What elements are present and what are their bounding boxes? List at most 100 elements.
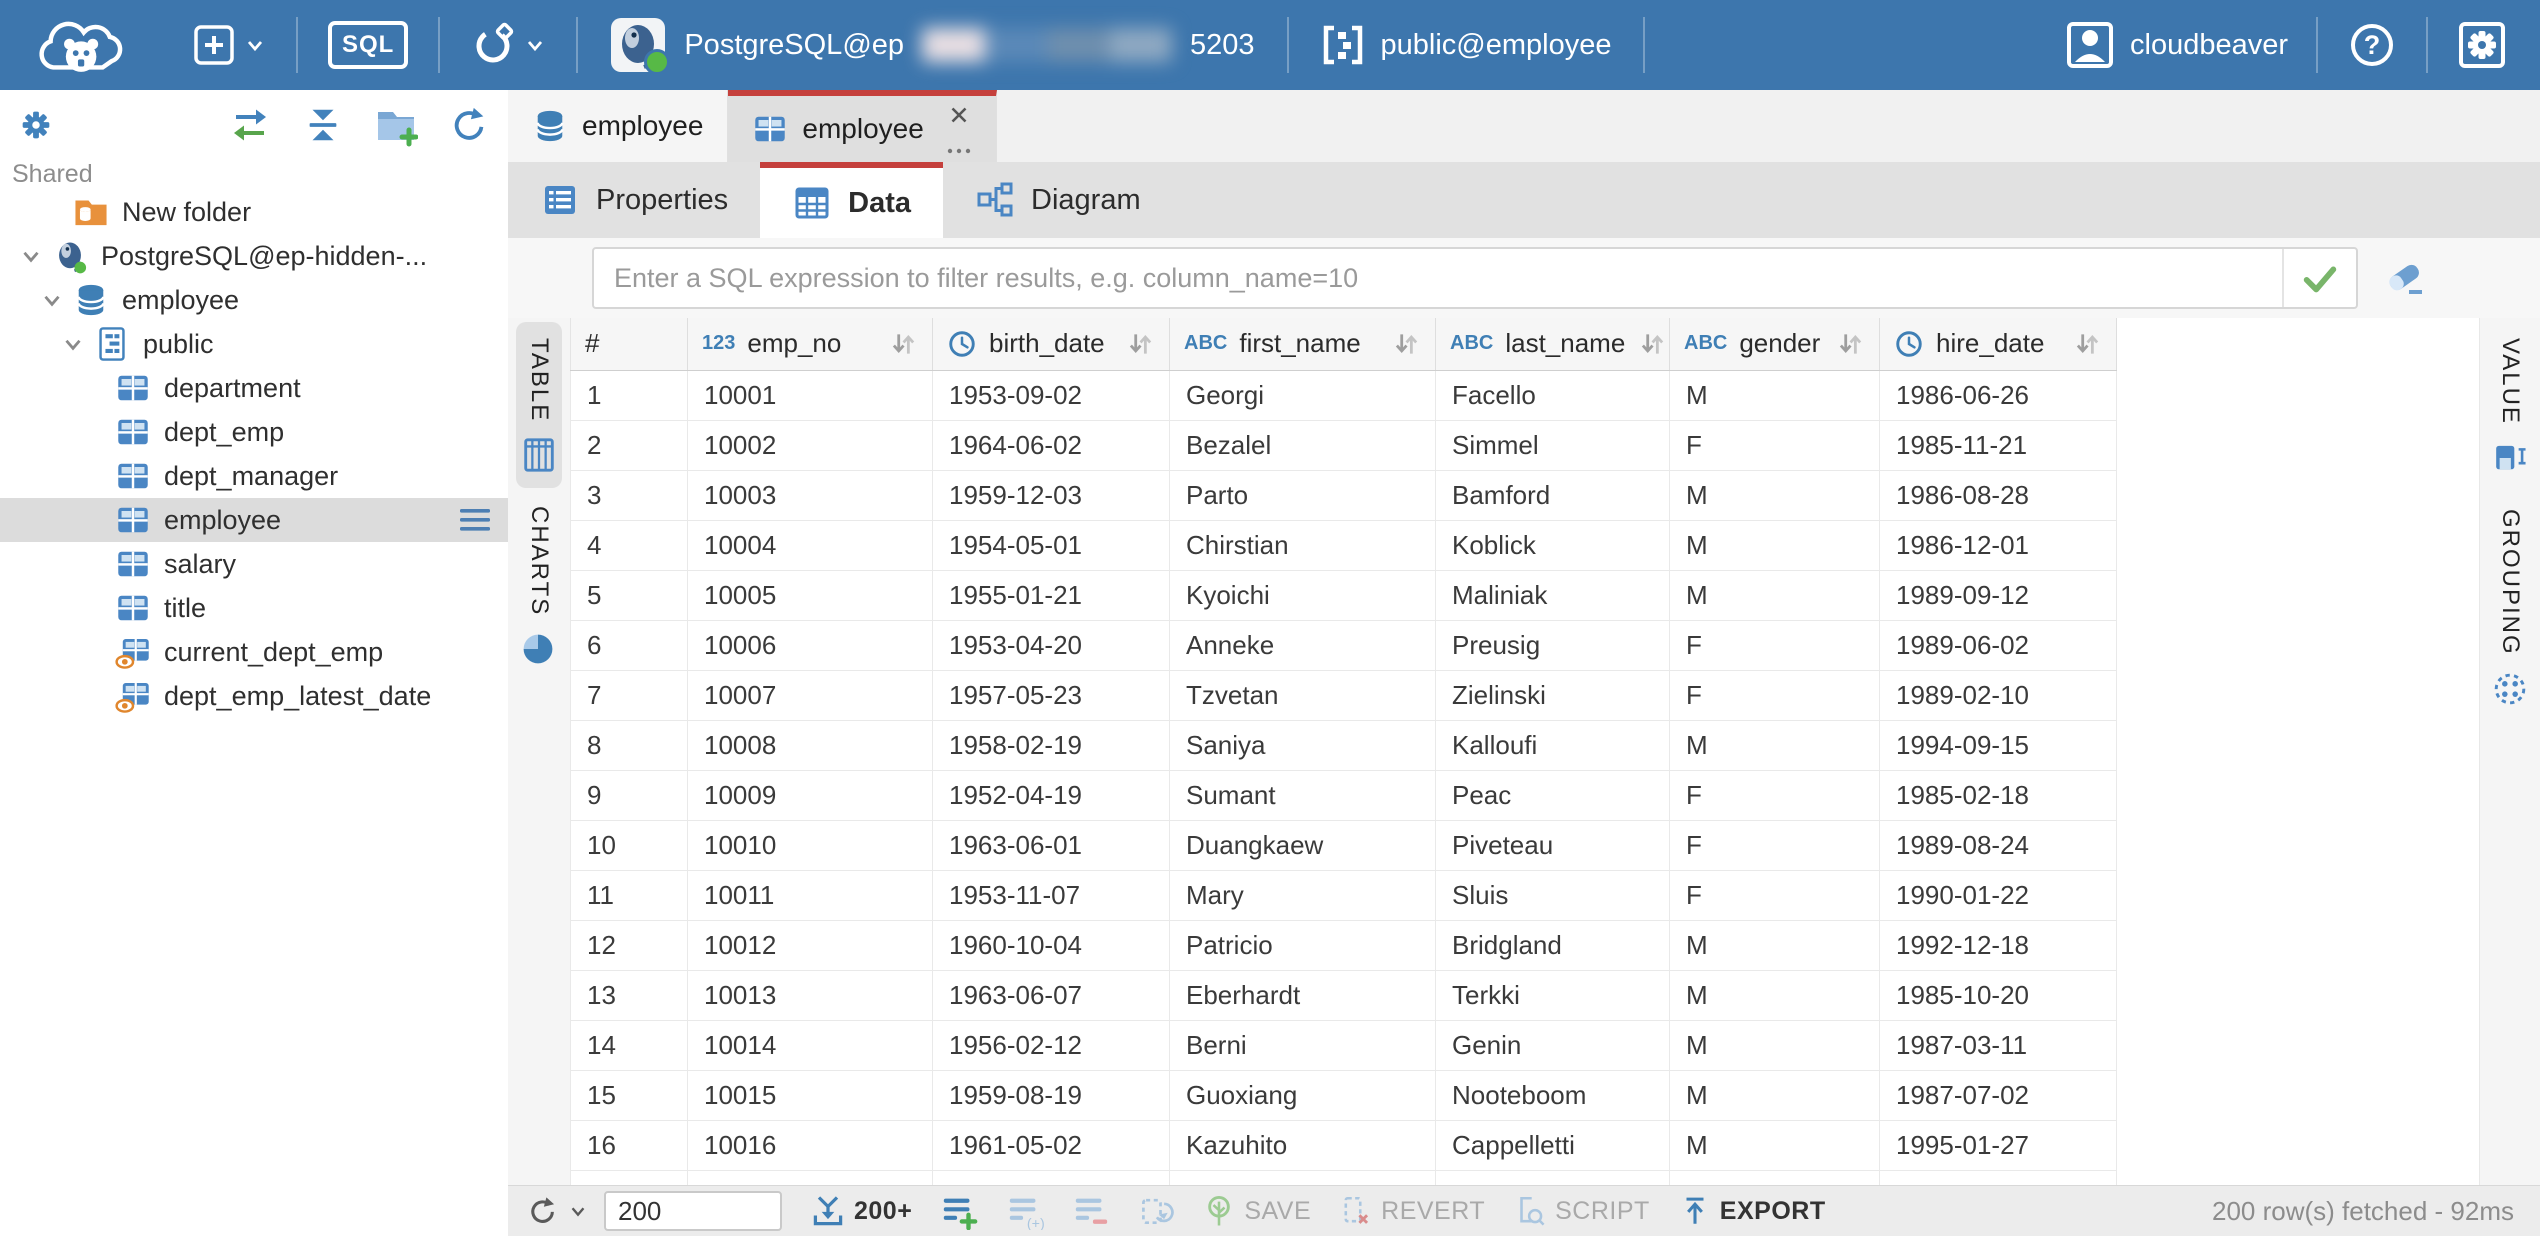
tree-item-department[interactable]: department	[0, 366, 508, 410]
cell-first_name[interactable]: Eberhardt	[1170, 970, 1436, 1020]
row-number[interactable]: 9	[571, 770, 688, 820]
cell-gender[interactable]: M	[1670, 370, 1880, 420]
tree-item-employee[interactable]: employee	[0, 498, 508, 542]
cell-first_name[interactable]: Guoxiang	[1170, 1070, 1436, 1120]
sort-icon[interactable]	[2072, 329, 2102, 359]
tree-item-dept-manager[interactable]: dept_manager	[0, 454, 508, 498]
cell-birth_date[interactable]: 1959-08-19	[933, 1070, 1170, 1120]
cell-last_name[interactable]: Maliniak	[1436, 570, 1670, 620]
cell-gender[interactable]: F	[1670, 870, 1880, 920]
export-button[interactable]: EXPORT	[1678, 1194, 1826, 1228]
cell-gender[interactable]: M	[1670, 1120, 1880, 1170]
cell-gender[interactable]: F	[1670, 820, 1880, 870]
sort-icon[interactable]	[1835, 329, 1865, 359]
cell-emp_no[interactable]: 10005	[688, 570, 933, 620]
cell-emp_no[interactable]: 10009	[688, 770, 933, 820]
row-number[interactable]: 10	[571, 820, 688, 870]
cell-hire_date[interactable]: 1987-07-02	[1880, 1070, 2117, 1120]
column-header-gender[interactable]: ABCgender	[1670, 318, 1880, 370]
cell-last_name[interactable]: Bamford	[1436, 470, 1670, 520]
cell-gender[interactable]: M	[1670, 1020, 1880, 1070]
cell-hire_date[interactable]: 1994-09-15	[1880, 720, 2117, 770]
column-header-last_name[interactable]: ABClast_name	[1436, 318, 1670, 370]
row-number[interactable]: 4	[571, 520, 688, 570]
sort-icon[interactable]	[1391, 329, 1421, 359]
cell-hire_date[interactable]: 1989-02-10	[1880, 670, 2117, 720]
cell-last_name[interactable]: Simmel	[1436, 420, 1670, 470]
cell-gender[interactable]: M	[1670, 520, 1880, 570]
row-number[interactable]: 12	[571, 920, 688, 970]
connection-selector[interactable]: PostgreSQL@ep 5203	[588, 0, 1276, 90]
cell-gender[interactable]: F	[1670, 620, 1880, 670]
cell-first_name[interactable]: Parto	[1170, 470, 1436, 520]
cell-emp_no[interactable]: 10010	[688, 820, 933, 870]
cell-gender[interactable]: F	[1670, 420, 1880, 470]
cell-gender[interactable]: M	[1670, 720, 1880, 770]
column-header-first_name[interactable]: ABCfirst_name	[1170, 318, 1436, 370]
cell-first_name[interactable]: Georgi	[1170, 370, 1436, 420]
cell-first_name[interactable]: Sumant	[1170, 770, 1436, 820]
cell-gender[interactable]: M	[1670, 970, 1880, 1020]
cell-last_name[interactable]: Preusig	[1436, 620, 1670, 670]
cell-birth_date[interactable]: 1953-09-02	[933, 370, 1170, 420]
cell-hire_date[interactable]: 1987-03-11	[1880, 1020, 2117, 1070]
cell-last_name[interactable]: Piveteau	[1436, 820, 1670, 870]
cell-first_name[interactable]: Patricio	[1170, 920, 1436, 970]
cell-gender[interactable]: M	[1670, 470, 1880, 520]
column-header-emp_no[interactable]: 123emp_no	[688, 318, 933, 370]
cell-birth_date[interactable]: 1963-06-01	[933, 820, 1170, 870]
row-number[interactable]: 6	[571, 620, 688, 670]
cell-emp_no[interactable]: 10003	[688, 470, 933, 520]
cell-hire_date[interactable]: 1985-11-21	[1880, 420, 2117, 470]
tree-item-salary[interactable]: salary	[0, 542, 508, 586]
column-header-hire_date[interactable]: hire_date	[1880, 318, 2117, 370]
sort-icon[interactable]	[1637, 329, 1667, 359]
sql-editor-button[interactable]: SQL	[308, 0, 428, 90]
presentation-tab-table[interactable]: TABLE	[516, 322, 562, 488]
cell-emp_no[interactable]: 10012	[688, 920, 933, 970]
cell-first_name[interactable]: Chirstian	[1170, 520, 1436, 570]
cell-emp_no[interactable]: 10007	[688, 670, 933, 720]
tab-diagram[interactable]: Diagram	[943, 162, 1173, 238]
cell-birth_date[interactable]: 1963-06-07	[933, 970, 1170, 1020]
cell-last_name[interactable]: Facello	[1436, 370, 1670, 420]
cell-emp_no[interactable]: 10015	[688, 1070, 933, 1120]
expander-icon[interactable]	[52, 322, 94, 366]
cell-birth_date[interactable]: 1957-05-23	[933, 670, 1170, 720]
close-icon[interactable]	[946, 102, 972, 128]
script-button[interactable]: SCRIPT	[1513, 1194, 1650, 1228]
cell-hire_date[interactable]: 1989-09-12	[1880, 570, 2117, 620]
duplicate-row-button[interactable]: (+)	[1006, 1192, 1044, 1230]
cell-last_name[interactable]: Cappelletti	[1436, 1120, 1670, 1170]
cell-birth_date[interactable]: 1954-05-01	[933, 520, 1170, 570]
cell-gender[interactable]: F	[1670, 670, 1880, 720]
expander-icon[interactable]	[31, 278, 73, 322]
tree-item-employee[interactable]: employee	[0, 278, 508, 322]
row-number[interactable]: 11	[571, 870, 688, 920]
cell-last_name[interactable]: Nooteboom	[1436, 1070, 1670, 1120]
sort-icon[interactable]	[888, 329, 918, 359]
cell-last_name[interactable]: Peac	[1436, 770, 1670, 820]
tree-item-dept-emp[interactable]: dept_emp	[0, 410, 508, 454]
row-number[interactable]: 3	[571, 470, 688, 520]
cell-emp_no[interactable]: 10006	[688, 620, 933, 670]
delete-row-button[interactable]	[1072, 1192, 1110, 1230]
user-menu[interactable]: cloudbeaver	[2048, 0, 2306, 90]
presentation-tab-charts[interactable]: CHARTS	[516, 490, 562, 682]
revert-button[interactable]: REVERT	[1339, 1194, 1485, 1228]
fetch-more-button[interactable]: 200+	[810, 1193, 912, 1229]
panel-tab-value[interactable]: VALUE	[2487, 322, 2533, 491]
cell-hire_date[interactable]: 1989-06-02	[1880, 620, 2117, 670]
collapse-all-button[interactable]	[298, 100, 348, 150]
sidebar-settings-button[interactable]	[12, 101, 60, 149]
revert-cell-button[interactable]	[1138, 1193, 1174, 1229]
cell-hire_date[interactable]: 1986-08-28	[1880, 470, 2117, 520]
cell-birth_date[interactable]: 1955-01-21	[933, 570, 1170, 620]
cell-emp_no[interactable]: 10014	[688, 1020, 933, 1070]
row-number[interactable]: 15	[571, 1070, 688, 1120]
cell-first_name[interactable]: Anneke	[1170, 620, 1436, 670]
tab-data[interactable]: Data	[760, 162, 943, 238]
sql-filter-input[interactable]	[594, 249, 2282, 307]
cell-hire_date[interactable]: 1985-10-20	[1880, 970, 2117, 1020]
cell-hire_date[interactable]: 1985-02-18	[1880, 770, 2117, 820]
